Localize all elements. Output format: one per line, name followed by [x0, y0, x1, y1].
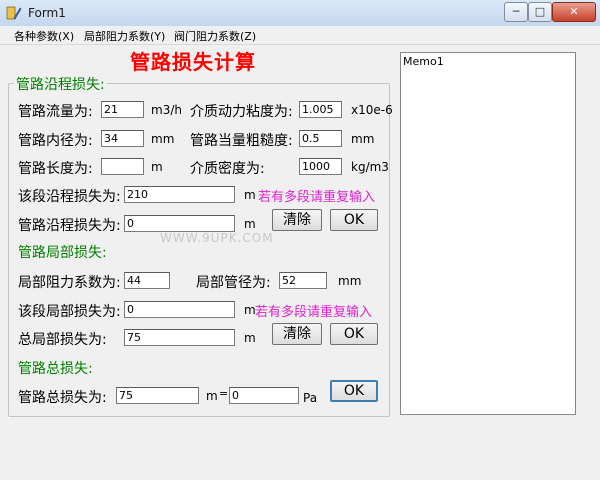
local-clear-button[interactable]: 清除	[272, 323, 322, 345]
flow-label: 管路流量为:	[18, 104, 93, 120]
local-coef-label: 局部阻力系数为:	[18, 275, 121, 291]
segment-friction-unit: m	[244, 188, 256, 202]
viscosity-unit: x10e-6	[351, 103, 393, 117]
length-label: 管路长度为:	[18, 161, 93, 177]
viscosity-label: 介质动力粘度为:	[190, 104, 293, 120]
memo-content: Memo1	[403, 55, 444, 68]
overall-ok-button[interactable]: OK	[330, 380, 378, 402]
menu-bar: 各种参数(X) 局部阻力系数(Y) 阀门阻力系数(Z)	[0, 26, 600, 45]
menu-item-params[interactable]: 各种参数(X)	[14, 28, 74, 44]
segment-local-unit: m	[244, 303, 256, 317]
overall-loss-label: 管路总损失为:	[18, 390, 107, 406]
local-multi-segment-hint: 若有多段请重复输入	[255, 305, 373, 320]
overall-loss-pa-unit: Pa	[303, 391, 318, 405]
flow-input[interactable]	[101, 101, 144, 118]
equals-sign: =	[219, 387, 229, 400]
overall-loss-m-unit: m	[206, 389, 218, 403]
density-unit: kg/m3	[351, 160, 389, 174]
watermark: WWW.9UPK.COM	[160, 231, 274, 245]
friction-multi-segment-hint: 若有多段请重复输入	[258, 190, 376, 205]
length-input[interactable]	[101, 158, 144, 175]
app-icon	[6, 6, 22, 20]
total-local-input[interactable]	[124, 329, 235, 346]
diameter-unit: mm	[151, 132, 175, 146]
density-label: 介质密度为:	[190, 161, 265, 177]
total-local-unit: m	[244, 331, 256, 345]
local-section-title: 管路局部损失:	[18, 242, 107, 262]
flow-unit: m3/h	[151, 103, 182, 117]
title-bar: Form1 ─ □ ✕	[0, 0, 600, 27]
friction-clear-button[interactable]: 清除	[272, 209, 322, 231]
segment-local-label: 该段局部损失为:	[18, 304, 121, 320]
total-friction-input[interactable]	[124, 215, 235, 232]
diameter-label: 管路内径为:	[18, 133, 93, 149]
overall-section-title: 管路总损失:	[18, 358, 93, 378]
total-friction-label: 管路沿程损失为:	[18, 218, 121, 234]
total-local-label: 总局部损失为:	[18, 332, 107, 348]
window-footer	[0, 420, 600, 480]
overall-loss-m-input[interactable]	[116, 387, 199, 404]
local-coef-input[interactable]	[124, 272, 170, 289]
close-button[interactable]: ✕	[552, 2, 596, 22]
menu-item-valve-resistance[interactable]: 阀门阻力系数(Z)	[174, 28, 256, 44]
roughness-input[interactable]	[299, 130, 342, 147]
page-title: 管路损失计算	[130, 50, 256, 74]
segment-friction-label: 该段沿程损失为:	[18, 189, 121, 205]
segment-local-input[interactable]	[124, 301, 235, 318]
maximize-button[interactable]: □	[528, 2, 552, 22]
minimize-button[interactable]: ─	[504, 2, 528, 22]
local-pipe-diameter-label: 局部管径为:	[196, 275, 271, 291]
friction-ok-button[interactable]: OK	[330, 209, 378, 231]
total-friction-unit: m	[244, 217, 256, 231]
local-pipe-diameter-input[interactable]	[279, 272, 327, 289]
menu-item-local-resistance[interactable]: 局部阻力系数(Y)	[84, 28, 165, 44]
roughness-label: 管路当量粗糙度:	[190, 133, 293, 149]
length-unit: m	[151, 160, 163, 174]
local-ok-button[interactable]: OK	[330, 323, 378, 345]
local-pipe-diameter-unit: mm	[338, 274, 362, 288]
viscosity-input[interactable]	[299, 101, 342, 118]
overall-loss-pa-input[interactable]	[229, 387, 299, 404]
diameter-input[interactable]	[101, 130, 144, 147]
segment-friction-input[interactable]	[124, 186, 235, 203]
density-input[interactable]	[299, 158, 342, 175]
window-title: Form1	[28, 6, 66, 20]
friction-section-title: 管路沿程损失:	[14, 74, 107, 94]
memo-textarea[interactable]: Memo1	[400, 52, 576, 415]
roughness-unit: mm	[351, 132, 375, 146]
